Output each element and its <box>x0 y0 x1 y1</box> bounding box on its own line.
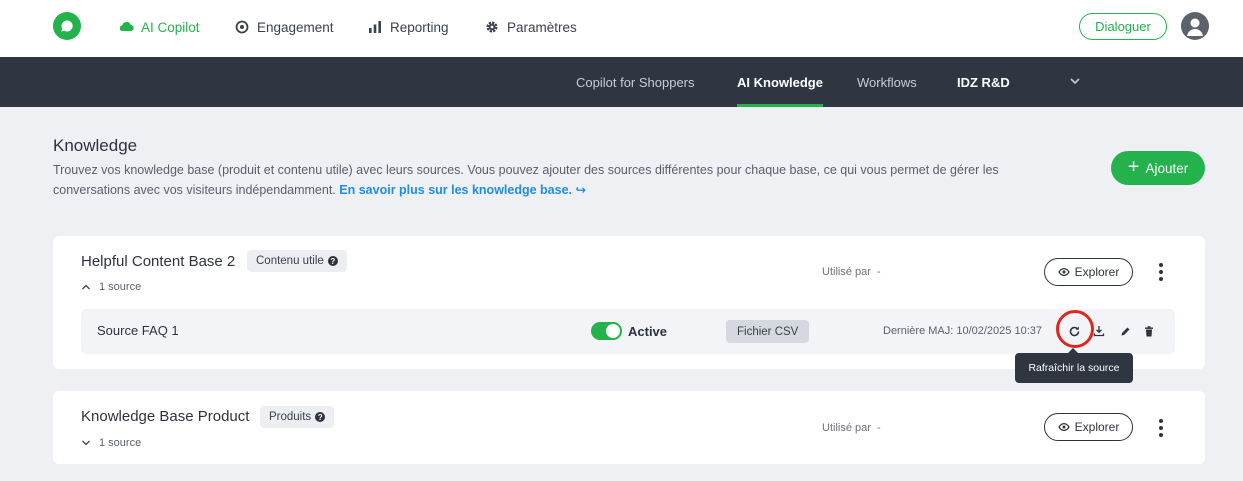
add-button[interactable]: + Ajouter <box>1111 151 1205 185</box>
tag-label: Produits <box>269 411 312 423</box>
tag-label: Contenu utile <box>256 255 324 267</box>
source-name: Source FAQ 1 <box>97 323 179 338</box>
chat-bubble-icon <box>61 20 73 32</box>
used-by-label: Utilisé par <box>822 422 871 434</box>
explore-label: Explorer <box>1074 420 1120 434</box>
external-link-icon: ↪ <box>575 183 586 197</box>
nav-parametres[interactable]: Paramètres <box>484 18 577 36</box>
plus-icon: + <box>1127 156 1140 178</box>
explore-button[interactable]: Explorer <box>1044 413 1133 441</box>
used-by: Utilisé par - <box>822 422 881 434</box>
sources-toggle[interactable]: 1 source <box>81 281 141 293</box>
nav-reporting[interactable]: Reporting <box>367 18 449 36</box>
knowledge-base-name: Knowledge Base Product <box>81 408 250 425</box>
nav-parametres-label: Paramètres <box>507 19 577 35</box>
used-by: Utilisé par - <box>822 266 881 278</box>
page-title: Knowledge <box>53 136 138 155</box>
target-icon <box>234 19 250 35</box>
explore-button[interactable]: Explorer <box>1044 258 1133 286</box>
source-status: Active <box>628 324 668 339</box>
page-description: Trouvez vos knowledge base (produit et c… <box>53 160 1063 200</box>
knowledge-base-name: Helpful Content Base 2 <box>81 253 236 270</box>
nav-ai-copilot-label: AI Copilot <box>141 19 200 35</box>
top-navbar: AI Copilot Engagement Reporting Paramètr… <box>0 0 1243 57</box>
knowledge-base-card: Knowledge Base Product Produits ? 1 sour… <box>53 391 1205 464</box>
trash-icon[interactable] <box>1141 323 1157 339</box>
knowledge-base-type-tag: Produits ? <box>260 406 335 428</box>
nav-engagement-label: Engagement <box>257 19 334 35</box>
knowledge-base-type-tag: Contenu utile ? <box>247 250 347 272</box>
eye-icon <box>1057 423 1070 431</box>
help-icon[interactable]: ? <box>315 412 326 422</box>
more-options-icon[interactable] <box>1158 419 1164 437</box>
tab-ai-knowledge[interactable]: AI Knowledge <box>737 57 823 107</box>
refresh-tooltip: Rafraîchir la source <box>1015 348 1133 383</box>
refresh-highlight-circle <box>1056 310 1094 348</box>
source-row: Source FAQ 1 Active Fichier CSV Dernière… <box>81 309 1175 354</box>
user-avatar-icon[interactable] <box>1181 12 1209 40</box>
sources-count: 1 source <box>99 281 142 293</box>
app-logo-icon[interactable] <box>53 12 81 40</box>
tab-idz-rd[interactable]: IDZ R&D <box>957 57 1010 107</box>
chevron-up-icon <box>82 284 90 290</box>
knowledge-base-card: Helpful Content Base 2 Contenu utile ? 1… <box>53 236 1205 369</box>
used-by-value: - <box>877 266 881 278</box>
bar-chart-icon <box>367 19 383 35</box>
tab-workflows[interactable]: Workflows <box>857 57 917 107</box>
source-type-tag: Fichier CSV <box>726 320 810 343</box>
help-icon[interactable]: ? <box>327 256 338 266</box>
chevron-down-icon[interactable] <box>1068 74 1082 88</box>
dialoguer-button[interactable]: Dialoguer <box>1079 13 1167 40</box>
source-last-update: Dernière MAJ: 10/02/2025 10:37 <box>883 325 1042 337</box>
learn-more-link[interactable]: En savoir plus sur les knowledge base. ↪ <box>339 183 586 197</box>
cloud-icon <box>118 19 134 35</box>
learn-more-label: En savoir plus sur les knowledge base. <box>339 183 573 197</box>
sources-count: 1 source <box>99 437 142 449</box>
edit-pencil-icon[interactable] <box>1117 323 1133 339</box>
used-by-value: - <box>877 422 881 434</box>
add-button-label: Ajouter <box>1145 160 1189 176</box>
more-options-icon[interactable] <box>1158 263 1164 281</box>
gear-icon <box>484 19 500 35</box>
tab-copilot-for-shoppers[interactable]: Copilot for Shoppers <box>576 57 695 107</box>
source-active-toggle[interactable] <box>591 322 622 340</box>
explore-label: Explorer <box>1074 265 1120 279</box>
chevron-down-icon <box>82 440 90 446</box>
eye-icon <box>1057 268 1070 276</box>
used-by-label: Utilisé par <box>822 266 871 278</box>
nav-engagement[interactable]: Engagement <box>234 18 334 36</box>
sources-toggle[interactable]: 1 source <box>81 437 141 449</box>
nav-reporting-label: Reporting <box>390 19 449 35</box>
nav-ai-copilot[interactable]: AI Copilot <box>118 18 200 36</box>
